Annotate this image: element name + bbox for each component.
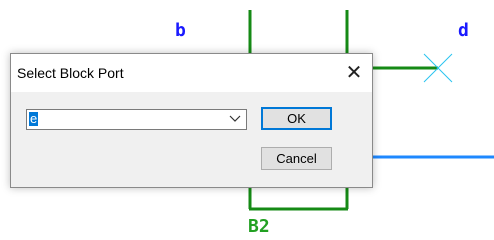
close-icon[interactable]: ✕ — [342, 61, 366, 85]
block-label: B2 — [248, 216, 270, 237]
port-select[interactable]: e — [26, 109, 247, 130]
ok-button[interactable]: OK — [261, 107, 332, 130]
dialog-title: Select Block Port — [17, 65, 124, 81]
select-block-port-dialog: Select Block Port ✕ e OK Cancel — [10, 53, 373, 188]
chevron-down-icon[interactable] — [228, 113, 242, 125]
cancel-button[interactable]: Cancel — [261, 147, 332, 170]
dialog-titlebar[interactable]: Select Block Port ✕ — [11, 54, 372, 92]
port-select-value: e — [29, 111, 39, 126]
port-label-d: d — [458, 20, 469, 41]
port-label-b: b — [175, 20, 186, 41]
